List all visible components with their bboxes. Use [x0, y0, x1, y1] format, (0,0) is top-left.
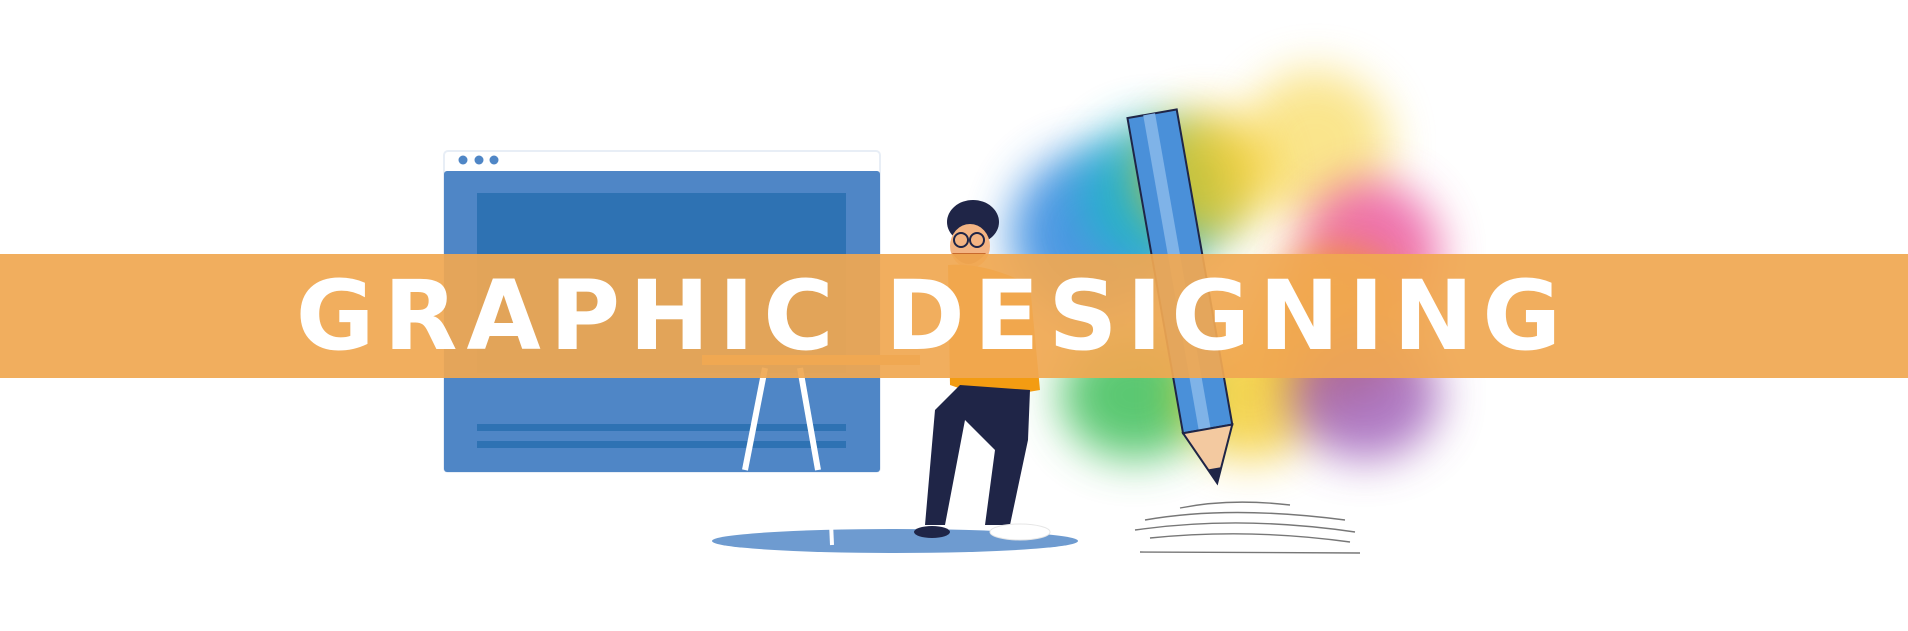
- hero-illustration: GRAPHIC DESIGNING: [0, 0, 1908, 631]
- banner-title: GRAPHIC DESIGNING: [295, 260, 1571, 372]
- scribble-lines: [1134, 501, 1361, 554]
- title-banner: GRAPHIC DESIGNING: [0, 254, 1908, 378]
